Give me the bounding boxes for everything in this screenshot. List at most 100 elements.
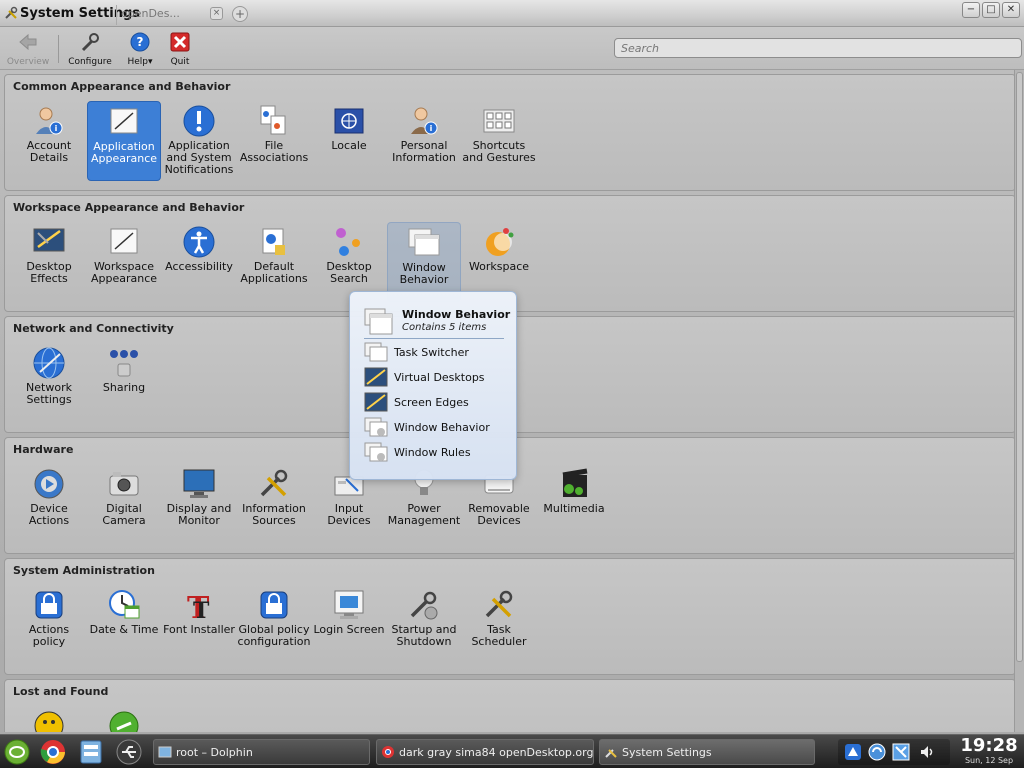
settings-item-workspace-appearance[interactable]: Workspace Appearance (87, 222, 161, 302)
back-arrow-icon (19, 33, 37, 51)
volume-icon[interactable] (918, 743, 936, 761)
settings-item-notifications[interactable]: Application and System Notifications (162, 101, 236, 181)
settings-item-startup-shutdown[interactable]: Startup and Shutdown (387, 585, 461, 665)
chrome-icon-wrapper (381, 745, 395, 759)
settings-item-label: Account Details (26, 139, 72, 164)
maximize-button[interactable]: □ (982, 2, 1000, 18)
updater-icon[interactable] (868, 743, 886, 761)
settings-item-account-details[interactable]: i Account Details (12, 101, 86, 181)
quit-button[interactable]: Quit (156, 31, 204, 69)
settings-item-network-settings[interactable]: Network Settings (12, 343, 86, 423)
settings-item-label: Startup and Shutdown (391, 623, 457, 648)
popup-item-window-behavior-small[interactable]: Window Behavior (364, 417, 514, 439)
personal-information-icon-wrapper: i (407, 104, 441, 138)
settings-item-global-policy[interactable]: Global policy configuration (237, 585, 311, 665)
file-associations-icon (260, 105, 286, 135)
personal-information-icon: i (411, 107, 438, 135)
klipper-icon[interactable] (844, 743, 862, 761)
settings-item-workspace[interactable]: Workspace (462, 222, 536, 302)
settings-item-login-screen[interactable]: Login Screen (312, 585, 386, 665)
settings-item-application-appearance[interactable]: Application Appearance (87, 101, 161, 181)
overview-button[interactable]: Overview (4, 31, 52, 69)
popup-item-label: Window Behavior (394, 421, 490, 434)
scrollbar-thumb[interactable] (1016, 72, 1023, 662)
clock[interactable]: 19:28 Sun, 12 Sep (956, 736, 1022, 768)
settings-item-font-installer[interactable]: T T Font Installer (162, 585, 236, 665)
notifications-icon-wrapper (182, 104, 216, 138)
settings-item-desktop-search[interactable]: Desktop Search (312, 222, 386, 302)
startup-shutdown-icon-wrapper (407, 588, 441, 622)
file-manager-launcher-icon[interactable] (76, 738, 106, 766)
new-tab-button[interactable]: + (232, 6, 248, 22)
taskbar-task-system-settings[interactable]: System Settings (599, 739, 815, 765)
overview-label: Overview (6, 57, 50, 67)
settings-item-actions-policy[interactable]: Actions policy (12, 585, 86, 665)
settings-item-default-applications[interactable]: Default Applications (237, 222, 311, 302)
window-title-bar[interactable]: System Settings openDes... × + − □ ✕ (0, 0, 1024, 27)
settings-item-label: Display and Monitor (166, 502, 232, 527)
workspace-icon (486, 228, 514, 256)
actions-policy-icon (35, 591, 63, 619)
settings-item-window-behavior[interactable]: Window Behavior (387, 222, 461, 302)
settings-item-sharing[interactable]: Sharing (87, 343, 161, 423)
settings-item-date-time[interactable]: Date & Time (87, 585, 161, 665)
close-tab-button[interactable]: × (210, 7, 223, 20)
settings-item-task-scheduler[interactable]: Task Scheduler (462, 585, 536, 665)
taskbar-task-chrome[interactable]: dark gray sima84 openDesktop.org - Go (376, 739, 594, 765)
popup-item-task-switcher[interactable]: Task Switcher (364, 342, 514, 364)
settings-item-shortcuts[interactable]: Shortcuts and Gestures (462, 101, 536, 181)
settings-item-digital-camera[interactable]: Digital Camera (87, 464, 161, 544)
window-behavior-icon (364, 308, 393, 335)
close-window-button[interactable]: ✕ (1002, 2, 1020, 18)
network-settings-icon (33, 347, 65, 379)
help-icon: ? (130, 32, 150, 52)
network-tray-icon[interactable] (892, 743, 910, 761)
settings-item-desktop-effects[interactable]: Desktop Effects (12, 222, 86, 302)
settings-item-personal-information[interactable]: i Personal Information (387, 101, 461, 181)
taskbar-task-dolphin[interactable]: root – Dolphin (153, 739, 370, 765)
popup-item-label: Window Rules (394, 446, 471, 459)
desktop-search-icon-wrapper (332, 225, 366, 259)
settings-item-device-actions[interactable]: Device Actions (12, 464, 86, 544)
dolphin-icon (158, 746, 172, 758)
settings-item-label: Actions policy (28, 623, 70, 648)
svg-text:?: ? (137, 35, 144, 49)
desktop-search-icon (336, 228, 360, 256)
settings-item-locale[interactable]: Locale (312, 101, 386, 181)
taskbar: root – Dolphin dark gray sima84 openDeskt… (0, 734, 1024, 768)
chrome-launcher-icon[interactable] (38, 738, 68, 766)
search-input[interactable]: Search (614, 38, 1022, 58)
global-policy-icon-wrapper (257, 588, 291, 622)
section-title: Lost and Found (13, 685, 109, 698)
workspace-icon-wrapper (482, 225, 516, 259)
minimize-button[interactable]: − (962, 2, 980, 18)
settings-item-information-sources[interactable]: Information Sources (237, 464, 311, 544)
popup-item-virtual-desktops[interactable]: Virtual Desktops (364, 367, 514, 389)
popup-subtitle: Contains 5 items (402, 322, 487, 333)
popup-item-window-rules[interactable]: Window Rules (364, 442, 514, 464)
tab-opendesktop[interactable]: openDes... (116, 5, 206, 25)
settings-item-label: Personal Information (392, 139, 456, 164)
settings-item-label: Default Applications (240, 260, 308, 285)
usb-device-icon[interactable] (114, 738, 144, 766)
virtual-desktops-icon-wrapper (364, 367, 388, 387)
configure-button[interactable]: Configure (66, 31, 114, 69)
section-common-appearance-and-behavior: Common Appearance and Behavior i Account D… (4, 74, 1016, 191)
settings-item-lost-found-2[interactable] (87, 706, 161, 732)
font-installer-icon-wrapper: TT (182, 588, 216, 622)
settings-item-file-associations[interactable]: File Associations (237, 101, 311, 181)
kickoff-menu-icon[interactable] (2, 738, 32, 766)
settings-item-display-monitor[interactable]: Display and Monitor (162, 464, 236, 544)
taskbar-task-label: root – Dolphin (176, 746, 253, 759)
settings-item-lost-found-1[interactable] (12, 706, 86, 732)
section-title: System Administration (13, 564, 155, 577)
desktop-effects-icon (33, 228, 65, 252)
popup-item-screen-edges[interactable]: Screen Edges (364, 392, 514, 414)
settings-item-label: Removable Devices (468, 502, 530, 527)
vertical-scrollbar[interactable] (1014, 70, 1024, 732)
account-details-icon-wrapper: i (32, 104, 66, 138)
lost-found-1-icon-wrapper (32, 709, 66, 732)
toolbar-separator (58, 35, 59, 63)
settings-item-multimedia[interactable]: Multimedia (537, 464, 611, 544)
settings-item-accessibility[interactable]: Accessibility (162, 222, 236, 302)
